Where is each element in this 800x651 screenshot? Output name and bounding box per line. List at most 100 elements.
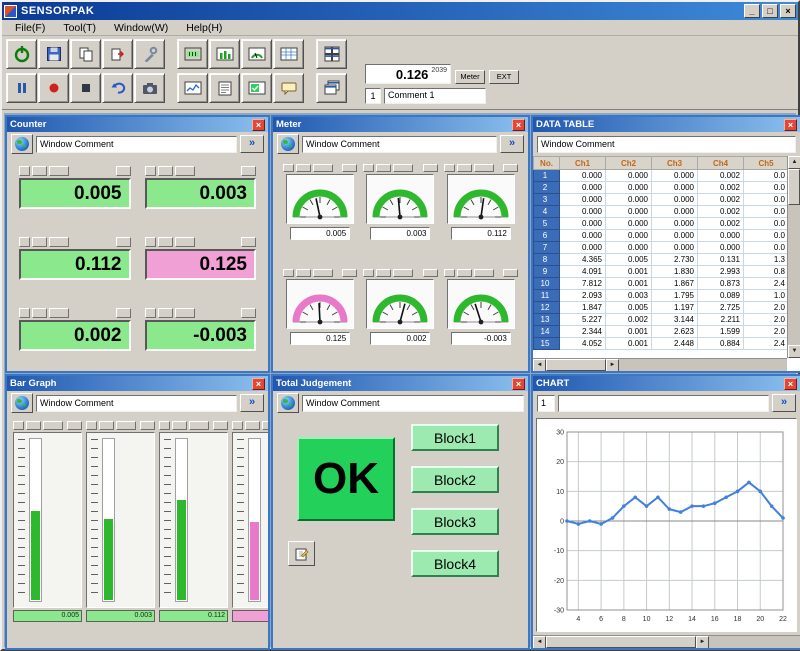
panel-option-button[interactable]	[175, 166, 195, 176]
pause-button[interactable]	[6, 73, 37, 103]
panel-option-button[interactable]	[232, 421, 243, 430]
panel-option-button[interactable]	[158, 308, 173, 318]
block-button-4[interactable]: Block4	[411, 550, 499, 577]
panel-option-button[interactable]	[116, 166, 131, 176]
chart-close-icon[interactable]: ×	[784, 378, 797, 390]
panel-option-button[interactable]	[283, 164, 294, 172]
tile-windows-button[interactable]	[316, 39, 347, 69]
close-button[interactable]: ×	[780, 4, 796, 18]
panel-option-button[interactable]	[503, 164, 518, 172]
panel-option-button[interactable]	[99, 421, 114, 430]
bar-graph-close-icon[interactable]: ×	[252, 378, 265, 390]
judgement-window-button[interactable]	[241, 73, 272, 103]
panel-option-button[interactable]	[363, 164, 374, 172]
table-column-header[interactable]: Ch4	[698, 157, 744, 170]
panel-option-button[interactable]	[67, 421, 82, 430]
comment-field[interactable]: Comment 1	[384, 88, 486, 104]
vertical-scroll-thumb[interactable]	[788, 169, 800, 205]
camera-button[interactable]	[134, 73, 165, 103]
counter-window-button[interactable]	[177, 39, 208, 69]
panel-option-button[interactable]	[376, 269, 391, 277]
panel-option-button[interactable]	[363, 269, 374, 277]
report-window-button[interactable]	[209, 73, 240, 103]
panel-option-button[interactable]	[393, 164, 413, 172]
panel-option-button[interactable]	[43, 421, 63, 430]
panel-option-button[interactable]	[457, 269, 472, 277]
record-button[interactable]	[38, 73, 69, 103]
menu-item-filef[interactable]: File(F)	[6, 22, 54, 34]
counter-close-icon[interactable]: ×	[252, 119, 265, 131]
panel-option-button[interactable]	[342, 269, 357, 277]
power-button[interactable]	[6, 39, 37, 69]
panel-option-button[interactable]	[175, 237, 195, 247]
block-button-1[interactable]: Block1	[411, 424, 499, 451]
chart-comment-field[interactable]	[558, 395, 769, 412]
meter-more-button[interactable]: »	[500, 135, 524, 153]
vertical-scrollbar[interactable]: ▲ ▼	[787, 156, 800, 358]
panel-option-button[interactable]	[423, 164, 438, 172]
menu-item-windoww[interactable]: Window(W)	[105, 22, 177, 34]
meter-window-button[interactable]	[241, 39, 272, 69]
data-table-titlebar[interactable]: DATA TABLE ×	[533, 117, 800, 132]
table-column-header[interactable]: Ch2	[606, 157, 652, 170]
chart-titlebar[interactable]: CHART ×	[533, 376, 800, 391]
panel-option-button[interactable]	[213, 421, 228, 430]
panel-option-button[interactable]	[116, 237, 131, 247]
panel-option-button[interactable]	[145, 237, 156, 247]
panel-option-button[interactable]	[423, 269, 438, 277]
panel-option-button[interactable]	[444, 269, 455, 277]
panel-option-button[interactable]	[49, 308, 69, 318]
undo-button[interactable]	[102, 73, 133, 103]
bargraph-window-button[interactable]	[209, 39, 240, 69]
scroll-right-icon[interactable]: ►	[696, 636, 709, 648]
panel-option-button[interactable]	[32, 166, 47, 176]
panel-option-button[interactable]	[457, 164, 472, 172]
panel-option-button[interactable]	[19, 166, 30, 176]
panel-option-button[interactable]	[116, 308, 131, 318]
scroll-down-icon[interactable]: ▼	[788, 345, 800, 358]
chart-window-button[interactable]	[177, 73, 208, 103]
panel-option-button[interactable]	[296, 164, 311, 172]
panel-option-button[interactable]	[444, 164, 455, 172]
panel-option-button[interactable]	[503, 269, 518, 277]
panel-option-button[interactable]	[175, 308, 195, 318]
panel-option-button[interactable]	[313, 164, 333, 172]
bar-graph-titlebar[interactable]: Bar Graph ×	[7, 376, 268, 391]
meter-mode-button[interactable]: Meter	[455, 70, 485, 84]
total-judgement-globe-button[interactable]	[277, 393, 299, 413]
table-column-header[interactable]: Ch3	[652, 157, 698, 170]
panel-option-button[interactable]	[158, 237, 173, 247]
chart-scrollbar[interactable]: ◄ ►	[533, 635, 800, 648]
counter-titlebar[interactable]: Counter ×	[7, 117, 268, 132]
panel-option-button[interactable]	[313, 269, 333, 277]
titlebar[interactable]: SENSORPAK _ □ ×	[2, 2, 798, 20]
panel-option-button[interactable]	[474, 164, 494, 172]
meter-titlebar[interactable]: Meter ×	[273, 117, 528, 132]
panel-option-button[interactable]	[474, 269, 494, 277]
panel-option-button[interactable]	[19, 308, 30, 318]
block-button-2[interactable]: Block2	[411, 466, 499, 493]
total-judgement-titlebar[interactable]: Total Judgement ×	[273, 376, 528, 391]
data-table-comment-field[interactable]: Window Comment	[537, 136, 796, 153]
panel-option-button[interactable]	[140, 421, 155, 430]
panel-option-button[interactable]	[296, 269, 311, 277]
panel-option-button[interactable]	[32, 308, 47, 318]
bar-graph-globe-button[interactable]	[11, 393, 33, 413]
scroll-left-icon[interactable]: ◄	[533, 359, 546, 371]
horizontal-scroll-thumb[interactable]	[546, 359, 606, 371]
panel-option-button[interactable]	[26, 421, 41, 430]
panel-option-button[interactable]	[145, 308, 156, 318]
panel-option-button[interactable]	[13, 421, 24, 430]
total-judgement-close-icon[interactable]: ×	[512, 378, 525, 390]
comment-window-button[interactable]	[273, 73, 304, 103]
stop-button[interactable]	[70, 73, 101, 103]
counter-comment-field[interactable]: Window Comment	[36, 136, 237, 153]
panel-option-button[interactable]	[116, 421, 136, 430]
chart-index-field[interactable]: 1	[537, 395, 555, 412]
panel-option-button[interactable]	[189, 421, 209, 430]
panel-option-button[interactable]	[283, 269, 294, 277]
panel-option-button[interactable]	[172, 421, 187, 430]
save-button[interactable]	[38, 39, 69, 69]
datatable-window-button[interactable]	[273, 39, 304, 69]
panel-option-button[interactable]	[393, 269, 413, 277]
